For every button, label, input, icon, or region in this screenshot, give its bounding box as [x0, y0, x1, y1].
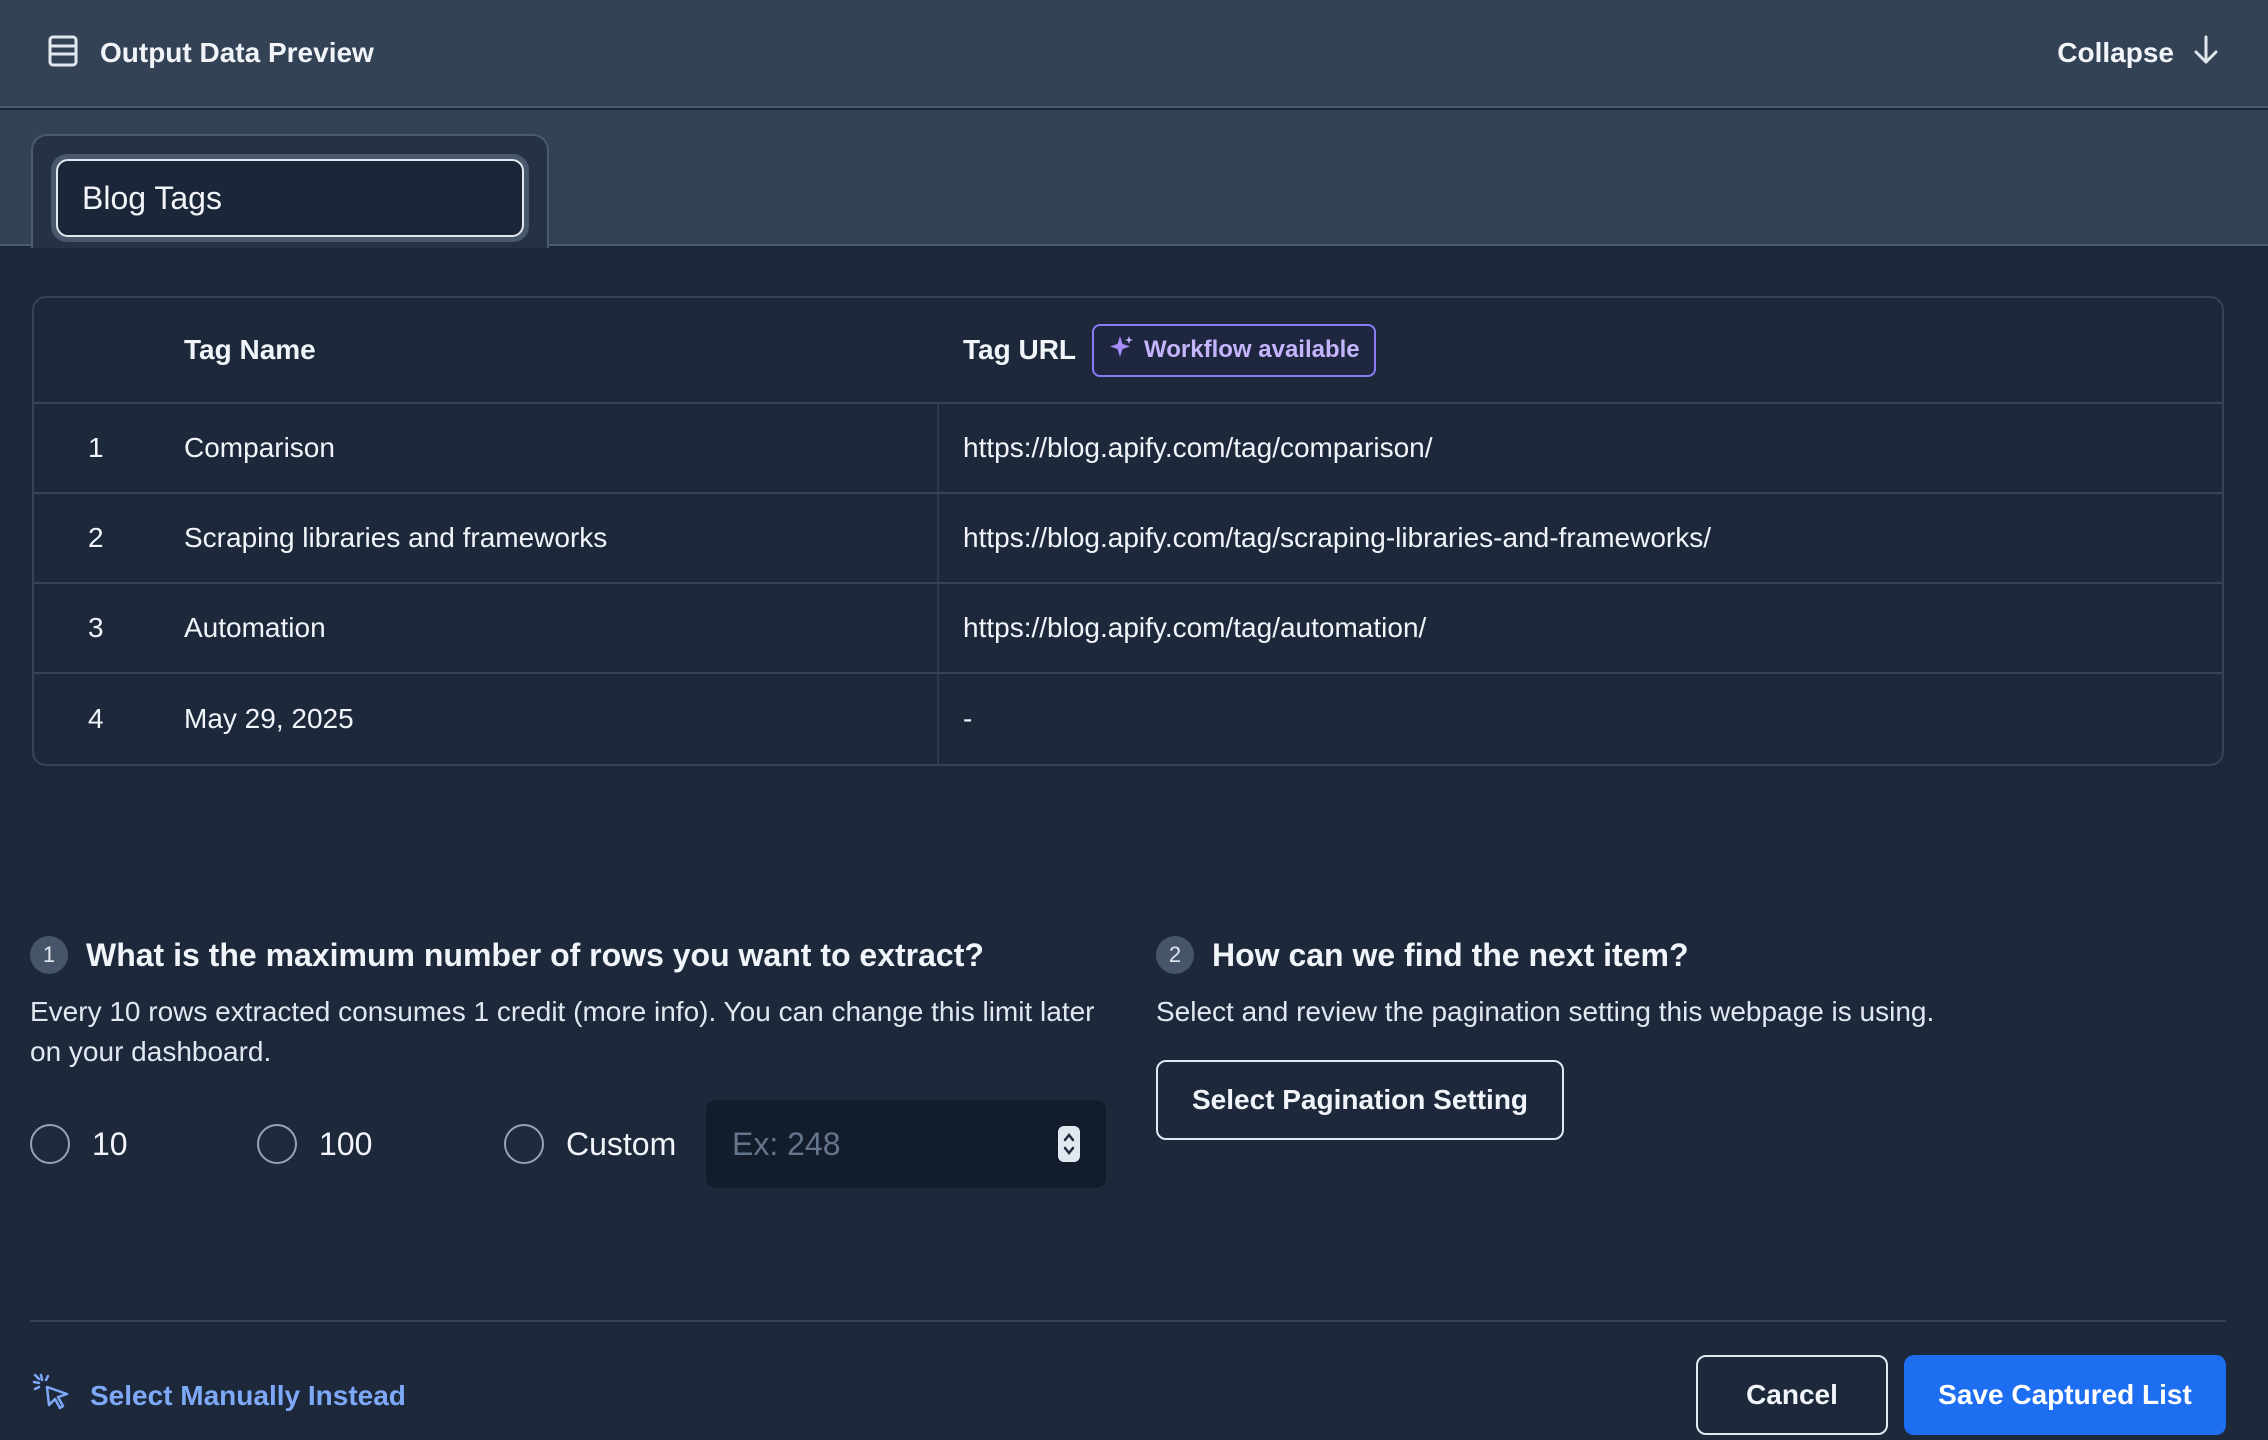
tag-name-cell: Comparison: [184, 404, 939, 492]
header-left: Output Data Preview: [48, 35, 374, 72]
select-manually-link[interactable]: Select Manually Instead: [32, 1372, 406, 1419]
pagination-description: Select and review the pagination setting…: [1156, 996, 1935, 1027]
radio-custom[interactable]: Custom: [504, 1124, 676, 1164]
footer-divider: [30, 1320, 2226, 1322]
row-index: 4: [88, 703, 104, 734]
tag-url-cell: https://blog.apify.com/tag/comparison/: [963, 432, 1433, 463]
tab-name-focus-ring: [51, 154, 529, 242]
radio-circle[interactable]: [257, 1124, 297, 1164]
max-rows-section: 1 What is the maximum number of rows you…: [30, 936, 1110, 1072]
arrow-down-icon: [2192, 35, 2220, 72]
radio-circle[interactable]: [504, 1124, 544, 1164]
tag-url-cell: https://blog.apify.com/tag/scraping-libr…: [963, 522, 1712, 553]
row-index: 3: [88, 612, 104, 643]
table-row: 1 Comparison https://blog.apify.com/tag/…: [34, 404, 2222, 494]
tag-url-cell: https://blog.apify.com/tag/automation/: [963, 612, 1427, 643]
column-header-tag-name: Tag Name: [184, 334, 316, 365]
tab-blog-tags[interactable]: [31, 134, 549, 248]
column-header-tag-url: Tag URL Workflow available: [939, 323, 2222, 377]
number-stepper-icon[interactable]: [1058, 1126, 1080, 1162]
step-number-badge: 2: [1156, 936, 1194, 974]
table-row: 4 May 29, 2025 -: [34, 674, 2222, 764]
tag-name-cell: Automation: [184, 584, 939, 672]
radio-100-label: 100: [319, 1125, 373, 1162]
select-manually-label: Select Manually Instead: [90, 1379, 406, 1411]
column-header-tag-url-label: Tag URL: [963, 334, 1077, 365]
preview-header: Output Data Preview Collapse: [0, 0, 2268, 108]
radio-10-label: 10: [92, 1125, 128, 1162]
radio-custom-label: Custom: [566, 1125, 677, 1162]
pagination-section: 2 How can we find the next item? Select …: [1156, 936, 2236, 1032]
tab-name-input[interactable]: [56, 159, 524, 237]
custom-rows-field[interactable]: [706, 1100, 1106, 1188]
tag-name-cell: Scraping libraries and frameworks: [184, 494, 939, 582]
radio-10[interactable]: 10: [30, 1124, 257, 1164]
workflow-badge[interactable]: Workflow available: [1092, 323, 1376, 377]
header-title: Output Data Preview: [100, 37, 374, 68]
row-index: 2: [88, 522, 104, 553]
row-index: 1: [88, 432, 104, 463]
radio-100[interactable]: 100: [257, 1124, 504, 1164]
radio-circle[interactable]: [30, 1124, 70, 1164]
table-header-row: Tag Name Tag URL Workflow available: [34, 298, 2222, 404]
max-rows-title: What is the maximum number of rows you w…: [86, 936, 984, 973]
pagination-heading: 2 How can we find the next item?: [1156, 936, 2236, 974]
workflow-badge-label: Workflow available: [1144, 336, 1360, 363]
collapse-button[interactable]: Collapse: [2057, 35, 2220, 72]
tab-strip: [0, 110, 2268, 248]
sparkle-icon: [1108, 334, 1134, 367]
collapse-label: Collapse: [2057, 37, 2174, 68]
data-table: Tag Name Tag URL Workflow available 1 Co…: [32, 296, 2224, 766]
table-row: 2 Scraping libraries and frameworks http…: [34, 494, 2222, 584]
select-pagination-button[interactable]: Select Pagination Setting: [1156, 1060, 1564, 1140]
table-icon: [48, 35, 78, 72]
cancel-button[interactable]: Cancel: [1696, 1355, 1888, 1435]
custom-rows-input[interactable]: [732, 1125, 1032, 1163]
table-row: 3 Automation https://blog.apify.com/tag/…: [34, 584, 2222, 674]
save-captured-list-button[interactable]: Save Captured List: [1904, 1355, 2226, 1435]
tag-name-cell: May 29, 2025: [184, 674, 939, 764]
max-rows-heading: 1 What is the maximum number of rows you…: [30, 936, 1110, 974]
max-rows-description: Every 10 rows extracted consumes 1 credi…: [30, 996, 1095, 1067]
pagination-title: How can we find the next item?: [1212, 936, 1689, 973]
tag-url-cell: -: [963, 703, 973, 734]
step-number-badge: 1: [30, 936, 68, 974]
cursor-click-icon: [32, 1372, 72, 1419]
row-limit-options: 10 100 Custom: [30, 1100, 676, 1188]
